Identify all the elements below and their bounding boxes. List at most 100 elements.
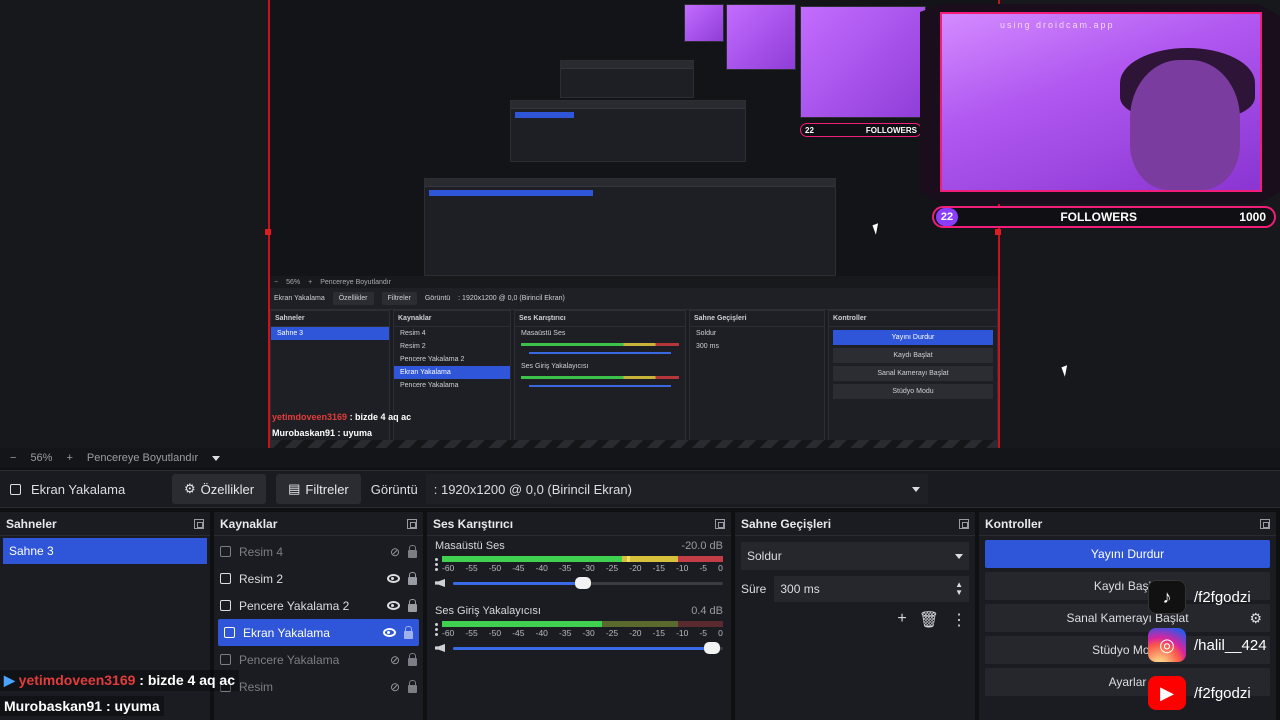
display-label: Görüntü — [370, 481, 418, 497]
filter-icon: ▤ — [288, 481, 301, 496]
sources-title: Kaynaklar — [220, 516, 278, 531]
tiktok-icon: ♪ — [1148, 580, 1186, 614]
overlay-stripe — [270, 440, 998, 448]
more-icon[interactable]: ⋮ — [951, 610, 967, 630]
nested-preview — [510, 100, 746, 162]
volume-knob[interactable] — [574, 576, 591, 589]
transitions-title: Sahne Geçişleri — [741, 516, 832, 531]
chat-message: ▶ yetimdoveen3169 : bizde 4 aq ac — [0, 670, 239, 691]
nested-cam — [684, 4, 724, 42]
resize-handle[interactable] — [265, 229, 271, 235]
lock-icon[interactable] — [408, 598, 417, 612]
zoom-out-button[interactable]: − — [10, 452, 16, 464]
followers-goal: 1000 — [1239, 210, 1266, 224]
eye-slash-icon[interactable]: ⊘ — [390, 653, 400, 667]
chat-message: Murobaskan91 : uyuma — [0, 696, 164, 716]
scene-item[interactable]: Sahne 3 — [3, 538, 207, 564]
duration-label: Süre — [741, 582, 767, 596]
youtube-icon: ▶ — [1148, 676, 1186, 710]
gear-icon[interactable]: ⚙ — [1249, 610, 1262, 627]
lock-icon[interactable] — [404, 625, 413, 639]
eye-icon[interactable] — [387, 574, 400, 583]
controls-title: Kontroller — [985, 516, 1043, 531]
undock-icon[interactable] — [194, 518, 204, 529]
volume-slider[interactable] — [453, 576, 723, 589]
scenes-title: Sahneler — [6, 516, 57, 531]
properties-button[interactable]: ⚙ Özellikler — [172, 474, 267, 504]
youtube-overlay: ▶ /f2fgodzi — [1148, 676, 1251, 710]
transition-select[interactable]: Soldur — [741, 542, 969, 570]
transitions-dock: Sahne Geçişleri Soldur Süre 300 ms ▲ ▼ + … — [735, 512, 975, 720]
undock-icon[interactable] — [407, 518, 417, 529]
channel-name: Masaüstü Ses — [435, 540, 505, 552]
small-followers-bar: 22 FOLLOWERS — [800, 123, 922, 137]
filters-button[interactable]: ▤ Filtreler — [276, 474, 361, 504]
followers-goal-bar: 22 FOLLOWERS 1000 — [932, 206, 1276, 228]
source-item[interactable]: Resim 2 — [214, 565, 423, 592]
eye-icon[interactable] — [387, 601, 400, 610]
source-item[interactable]: Pencere Yakalama ⊘ — [214, 646, 423, 673]
lock-icon[interactable] — [408, 652, 417, 666]
instagram-overlay: ◎ /halil__424 — [1148, 628, 1267, 662]
speaker-icon[interactable] — [435, 579, 445, 587]
gear-icon: ⚙ — [184, 481, 196, 496]
sources-dock: Kaynaklar Resim 4 ⊘ Resim 2 Pencere Yaka… — [214, 512, 423, 720]
zoom-in-button[interactable]: + — [66, 452, 72, 464]
source-toolbar: Ekran Yakalama ⚙ Özellikler ▤ Filtreler … — [0, 470, 1280, 508]
eye-slash-icon[interactable]: ⊘ — [390, 680, 400, 694]
meter-scale: -60 -55 -50 -45 -40 -35 -30 -25 -20 -15 -10 -5 0 — [442, 563, 723, 573]
chat-text: : bizde 4 aq ac — [139, 672, 235, 688]
spin-stepper[interactable]: ▲ ▼ — [955, 581, 963, 597]
volume-knob[interactable] — [704, 641, 721, 654]
trash-icon[interactable]: 🗑 — [919, 610, 939, 630]
meter-scale: -60 -55 -50 -45 -40 -35 -30 -25 -20 -15 -10 -5 0 — [442, 628, 723, 638]
source-item[interactable]: Resim 4 ⊘ — [214, 538, 423, 565]
channel-name: Ses Giriş Yakalayıcısı — [435, 605, 541, 617]
window-icon — [220, 654, 231, 665]
volume-slider[interactable] — [453, 641, 723, 654]
source-item[interactable]: Ekran Yakalama — [218, 619, 419, 646]
eye-slash-icon[interactable]: ⊘ — [390, 545, 400, 559]
window-icon — [220, 600, 231, 611]
mouse-cursor — [1061, 365, 1071, 377]
fit-window-button[interactable]: Pencereye Boyutlandır — [87, 452, 198, 464]
tiktok-overlay: ♪ /f2fgodzi — [1148, 580, 1251, 614]
mixer-channel: Masaüstü Ses -20.0 dB -60 -55 -50 -45 -40 -35-… — [427, 536, 731, 589]
source-item[interactable]: Resim ⊘ — [214, 673, 423, 700]
zoom-bar: − 56% + Pencereye Boyutlandır — [0, 448, 1280, 468]
mixer-channel: Ses Giriş Yakalayıcısı 0.4 dB -60 -55 -50 -4… — [427, 601, 731, 654]
add-icon[interactable]: + — [897, 610, 906, 630]
undock-icon[interactable] — [1260, 518, 1270, 529]
resize-handle[interactable] — [995, 229, 1001, 235]
image-icon — [220, 573, 231, 584]
webcam-face — [1130, 60, 1240, 190]
display-select[interactable]: : 1920x1200 @ 0,0 (Birincil Ekran) — [425, 474, 928, 504]
channel-db: -20.0 dB — [681, 540, 723, 552]
lock-icon[interactable] — [408, 679, 417, 693]
more-icon[interactable] — [435, 558, 438, 571]
more-icon[interactable] — [435, 623, 438, 636]
duration-input[interactable]: 300 ms ▲ ▼ — [774, 576, 969, 602]
volume-meter — [442, 621, 723, 627]
eye-icon[interactable] — [383, 628, 396, 637]
monitor-icon — [224, 627, 235, 638]
source-item[interactable]: Pencere Yakalama 2 — [214, 592, 423, 619]
selected-source: Ekran Yakalama — [0, 482, 172, 497]
undock-icon[interactable] — [959, 518, 969, 529]
lock-icon[interactable] — [408, 544, 417, 558]
stop-stream-button[interactable]: Yayını Durdur — [985, 540, 1270, 568]
audio-mixer-dock: Ses Karıştırıcı Masaüstü Ses -20.0 dB -60… — [427, 512, 731, 720]
undock-icon[interactable] — [715, 518, 725, 529]
chevron-down-icon[interactable] — [212, 455, 221, 461]
nested-cam — [726, 4, 796, 70]
speaker-icon[interactable] — [435, 644, 445, 652]
followers-label: FOLLOWERS — [1060, 210, 1137, 224]
preview-canvas[interactable]: 22 FOLLOWERS using droidcam.app 22 FOLLOW… — [0, 0, 1280, 448]
nested-cam — [800, 6, 926, 118]
chat-text: : uyuma — [105, 698, 160, 714]
chevron-down-icon — [911, 486, 920, 492]
cam-caption: using droidcam.app — [1000, 20, 1115, 30]
lock-icon[interactable] — [408, 571, 417, 585]
image-icon — [220, 546, 231, 557]
mini-chat: yetimdoveen3169 : bizde 4 aq ac Murobask… — [272, 412, 412, 438]
